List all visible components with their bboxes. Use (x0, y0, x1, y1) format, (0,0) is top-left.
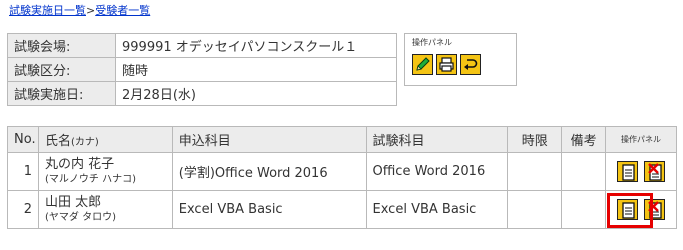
delete-button[interactable] (644, 161, 666, 182)
col-header-name-label: 氏名 (44, 134, 71, 149)
print-button[interactable] (436, 54, 457, 75)
table-row: 1 丸の内 花子 (マルノウチ ハナコ) (学割)Office Word 201… (7, 152, 677, 191)
printer-icon (439, 57, 454, 72)
row-kana: (ヤマダ タロウ) (44, 211, 116, 223)
breadcrumb-link-examinees[interactable]: 受験者一覧 (95, 4, 150, 17)
row-remarks (561, 190, 607, 229)
date-value: 2月28日(水) (115, 81, 397, 106)
category-value: 随時 (115, 57, 397, 82)
delete-document-icon (648, 201, 662, 219)
exam-info-row-venue: 試験会場: 999991 オデッセイパソコンスクール１ (7, 33, 397, 58)
document-icon (622, 164, 635, 181)
row-applied-subject: Excel VBA Basic (171, 190, 367, 229)
row-period (507, 190, 563, 229)
exam-info-row-category: 試験区分: 随時 (7, 57, 397, 82)
operation-panel: 操作パネル (404, 33, 517, 86)
row-name: 山田 太郎 (44, 194, 102, 210)
row-period (507, 152, 563, 191)
exam-info-row-date: 試験実施日: 2月28日(水) (7, 81, 397, 106)
delete-button[interactable] (644, 199, 666, 220)
row-name-cell: 丸の内 花子 (マルノウチ ハナコ) (37, 152, 173, 191)
table-header-row: No. 氏名(カナ) 申込科目 試験科目 時限 備考 操作パネル (7, 126, 677, 153)
examinee-table: No. 氏名(カナ) 申込科目 試験科目 時限 備考 操作パネル 1 丸の内 花… (7, 126, 677, 229)
col-header-no: No. (7, 126, 39, 153)
row-kana: (マルノウチ ハナコ) (44, 173, 136, 185)
breadcrumb: 試験実施日一覧>受験者一覧 (9, 4, 150, 18)
category-label: 試験区分: (7, 57, 116, 82)
col-header-period: 時限 (507, 126, 563, 153)
return-icon (464, 59, 478, 70)
delete-document-icon (648, 163, 662, 181)
col-header-applied-subject: 申込科目 (171, 126, 367, 153)
row-exam-subject: Office Word 2016 (365, 152, 509, 191)
venue-value: 999991 オデッセイパソコンスクール１ (115, 33, 397, 58)
row-name-cell: 山田 太郎 (ヤマダ タロウ) (37, 190, 173, 229)
col-header-name-kana: (カナ) (71, 137, 99, 148)
col-header-remarks: 備考 (561, 126, 607, 153)
pencil-icon (416, 57, 430, 71)
row-exam-subject: Excel VBA Basic (365, 190, 509, 229)
operation-panel-title: 操作パネル (412, 38, 452, 47)
breadcrumb-link-exam-dates[interactable]: 試験実施日一覧 (9, 4, 86, 17)
breadcrumb-separator: > (86, 4, 96, 17)
col-header-exam-subject: 試験科目 (365, 126, 509, 153)
document-icon (622, 202, 635, 219)
table-row: 2 山田 太郎 (ヤマダ タロウ) Excel VBA Basic Excel … (7, 190, 677, 229)
col-header-name: 氏名(カナ) (37, 126, 173, 153)
exam-info-table: 試験会場: 999991 オデッセイパソコンスクール１ 試験区分: 随時 試験実… (7, 33, 397, 106)
venue-label: 試験会場: (7, 33, 116, 58)
row-no: 1 (7, 152, 39, 191)
row-no: 2 (7, 190, 39, 229)
row-actions (605, 152, 677, 191)
detail-button[interactable] (616, 161, 638, 182)
row-name: 丸の内 花子 (44, 156, 115, 172)
row-applied-subject: (学割)Office Word 2016 (171, 152, 367, 191)
col-header-ops: 操作パネル (605, 126, 677, 153)
return-button[interactable] (460, 54, 481, 75)
date-label: 試験実施日: (7, 81, 116, 106)
detail-button[interactable] (616, 199, 638, 220)
row-actions (605, 190, 677, 229)
row-remarks (561, 152, 607, 191)
edit-button[interactable] (412, 54, 433, 75)
